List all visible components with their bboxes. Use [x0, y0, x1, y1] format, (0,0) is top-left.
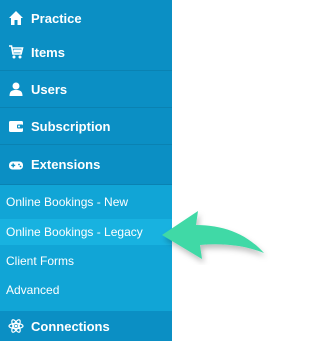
atom-icon — [7, 317, 25, 335]
submenu-item-client-forms[interactable]: Client Forms — [0, 248, 172, 274]
submenu-item-advanced[interactable]: Advanced — [0, 277, 172, 303]
sidebar-item-connections[interactable]: Connections — [0, 311, 172, 341]
extensions-submenu: Online Bookings - New Online Bookings - … — [0, 185, 172, 311]
sidebar-item-label: Users — [31, 81, 68, 97]
sidebar-item-subscription[interactable]: Subscription — [0, 108, 172, 145]
sidebar: Practice Items Users Subscription Extens… — [0, 0, 172, 341]
sidebar-item-practice[interactable]: Practice — [0, 0, 172, 37]
gamepad-icon — [7, 156, 25, 174]
home-icon — [7, 9, 25, 27]
sidebar-item-label: Extensions — [31, 157, 101, 172]
sidebar-item-users[interactable]: Users — [0, 71, 172, 108]
sidebar-item-extensions[interactable]: Extensions — [0, 145, 172, 185]
sidebar-item-label: Practice — [31, 10, 82, 26]
sidebar-item-label: Connections — [31, 318, 110, 334]
sidebar-item-label: Subscription — [31, 118, 111, 134]
submenu-item-online-bookings-legacy[interactable]: Online Bookings - Legacy — [0, 219, 172, 245]
user-icon — [7, 80, 25, 98]
shopping-cart-icon — [7, 43, 25, 61]
submenu-item-online-bookings-new[interactable]: Online Bookings - New — [0, 189, 172, 215]
sidebar-item-label: Items — [31, 44, 65, 60]
sidebar-item-items[interactable]: Items — [0, 34, 172, 71]
pointer-arrow-icon — [162, 211, 264, 259]
wallet-icon — [7, 117, 25, 135]
